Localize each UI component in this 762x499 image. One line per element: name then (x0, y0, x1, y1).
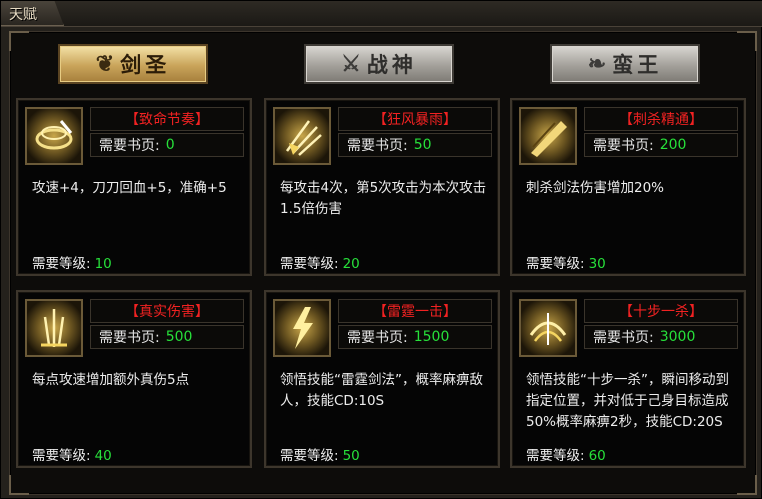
talent-card[interactable]: 【致命节奏】 需要书页: 0 攻速+4，刀刀回血+5，准确+5 需要等级: 10 (16, 98, 252, 276)
pages-value: 1500 (413, 329, 450, 345)
skill-name: 【狂风暴雨】 (373, 112, 457, 128)
level-requirement: 需要等级: 50 (280, 444, 360, 464)
skill-name: 【真实伤害】 (125, 304, 209, 320)
rhythm-icon (25, 107, 83, 165)
pages-requirement: 需要书页: 1500 (338, 325, 492, 349)
pages-requirement: 需要书页: 3000 (584, 325, 738, 349)
pages-label: 需要书页: (593, 138, 654, 154)
tab-label: 战神 (366, 52, 417, 77)
level-label: 需要等级: (526, 256, 585, 272)
pages-value: 3000 (659, 329, 696, 345)
skill-name-box: 【狂风暴雨】 (338, 107, 492, 131)
skill-name: 【十步一杀】 (619, 304, 703, 320)
frame-corner (737, 475, 757, 495)
level-label: 需要等级: (32, 256, 91, 272)
skill-description: 刺杀剑法伤害增加20% (526, 180, 665, 196)
thunder-icon (273, 299, 331, 357)
pages-label: 需要书页: (347, 138, 408, 154)
tab-barbarian-king[interactable]: ❧ 蛮王 (550, 44, 700, 84)
level-requirement: 需要等级: 40 (32, 444, 112, 464)
level-requirement: 需要等级: 30 (526, 252, 606, 272)
skill-description: 领悟技能“十步一杀”，瞬间移动到指定位置，并对低于己身目标造成50%概率麻痹2秒… (526, 372, 729, 430)
skill-name: 【致命节奏】 (125, 112, 209, 128)
pages-requirement: 需要书页: 200 (584, 133, 738, 157)
talent-card[interactable]: 【狂风暴雨】 需要书页: 50 每攻击4次，第5次攻击为本次攻击1.5倍伤害 需要… (264, 98, 500, 276)
skill-name-box: 【雷霆一击】 (338, 299, 492, 323)
true-damage-icon (25, 299, 83, 357)
pages-requirement: 需要书页: 0 (90, 133, 244, 157)
level-value: 10 (94, 256, 112, 272)
pages-label: 需要书页: (99, 138, 160, 154)
skill-description: 攻速+4，刀刀回血+5，准确+5 (32, 180, 227, 196)
skill-description: 每攻击4次，第5次攻击为本次攻击1.5倍伤害 (280, 180, 487, 217)
level-label: 需要等级: (280, 448, 339, 464)
ten-steps-icon (519, 299, 577, 357)
talent-panel: ❦ 剑圣 ⚔ 战神 ❧ 蛮王 【致命节奏】 需要书页: 0 攻速+4，刀刀回血+5… (9, 31, 757, 495)
pages-value: 200 (659, 137, 687, 153)
skill-description: 每点攻速增加额外真伤5点 (32, 372, 190, 388)
level-label: 需要等级: (32, 448, 91, 464)
skill-name-box: 【致命节奏】 (90, 107, 244, 131)
pages-value: 50 (413, 137, 432, 153)
talent-card[interactable]: 【十步一杀】 需要书页: 3000 领悟技能“十步一杀”，瞬间移动到指定位置，并对… (510, 290, 746, 468)
frame-corner (9, 475, 29, 495)
level-value: 50 (342, 448, 360, 464)
tab-swordmaster[interactable]: ❦ 剑圣 (58, 44, 208, 84)
skill-description: 领悟技能“雷霆剑法”，概率麻痹敌人，技能CD:10S (280, 372, 483, 409)
level-requirement: 需要等级: 10 (32, 252, 112, 272)
pages-label: 需要书页: (347, 330, 408, 346)
talent-card[interactable]: 【刺杀精通】 需要书页: 200 刺杀剑法伤害增加20% 需要等级: 30 (510, 98, 746, 276)
level-value: 40 (94, 448, 112, 464)
tab-war-god[interactable]: ⚔ 战神 (304, 44, 454, 84)
level-requirement: 需要等级: 60 (526, 444, 606, 464)
pages-label: 需要书页: (99, 330, 160, 346)
talent-card[interactable]: 【雷霆一击】 需要书页: 1500 领悟技能“雷霆剑法”，概率麻痹敌人，技能CD:… (264, 290, 500, 468)
pages-value: 0 (165, 137, 175, 153)
level-label: 需要等级: (526, 448, 585, 464)
title-bar: 天赋 (1, 1, 762, 27)
pages-requirement: 需要书页: 500 (90, 325, 244, 349)
window-title: 天赋 (9, 7, 37, 23)
skill-name-box: 【十步一杀】 (584, 299, 738, 323)
talent-card[interactable]: 【真实伤害】 需要书页: 500 每点攻速增加额外真伤5点 需要等级: 40 (16, 290, 252, 468)
level-requirement: 需要等级: 20 (280, 252, 360, 272)
pages-requirement: 需要书页: 50 (338, 133, 492, 157)
storm-icon (273, 107, 331, 165)
tab-label: 剑圣 (120, 52, 171, 77)
level-value: 30 (588, 256, 606, 272)
thrust-icon (519, 107, 577, 165)
class-tabs: ❦ 剑圣 ⚔ 战神 ❧ 蛮王 (10, 44, 756, 88)
talent-window: 天赋 ❦ 剑圣 ⚔ 战神 ❧ 蛮王 【致命节奏】 需要书页: 0 攻速+4，刀刀… (0, 0, 762, 499)
barbarian-emblem-icon: ❧ (587, 51, 607, 77)
level-value: 60 (588, 448, 606, 464)
level-label: 需要等级: (280, 256, 339, 272)
tab-label: 蛮王 (612, 52, 663, 77)
pages-value: 500 (165, 329, 193, 345)
skill-name-box: 【真实伤害】 (90, 299, 244, 323)
skill-name-box: 【刺杀精通】 (584, 107, 738, 131)
level-value: 20 (342, 256, 360, 272)
skill-name: 【雷霆一击】 (373, 304, 457, 320)
war-god-emblem-icon: ⚔ (341, 51, 361, 77)
swordmaster-emblem-icon: ❦ (95, 51, 115, 77)
pages-label: 需要书页: (593, 330, 654, 346)
skill-name: 【刺杀精通】 (619, 112, 703, 128)
